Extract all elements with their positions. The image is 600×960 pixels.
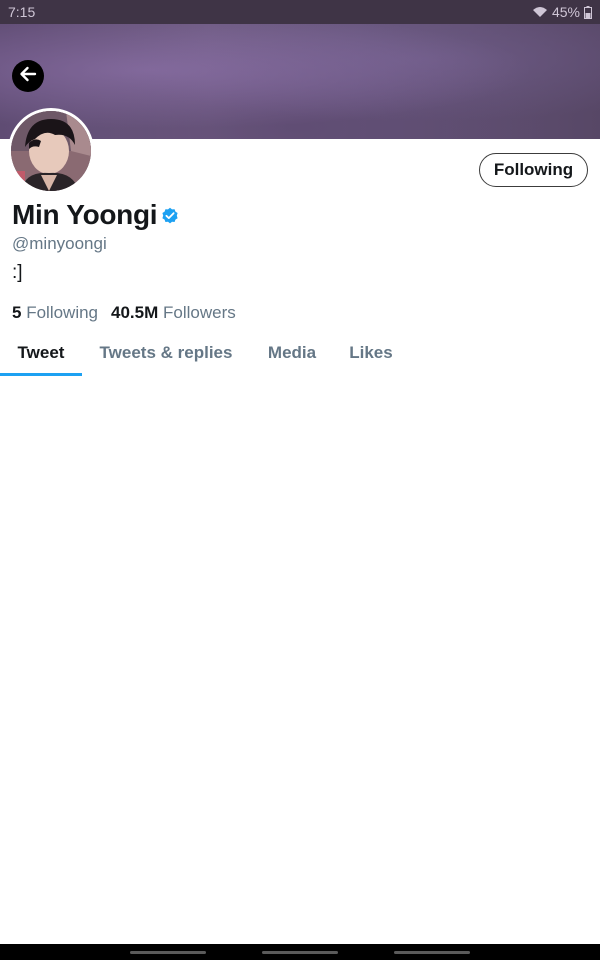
status-indicators: 45% bbox=[532, 4, 592, 20]
nav-home-handle[interactable] bbox=[262, 951, 338, 954]
tab-tweet[interactable]: Tweet bbox=[0, 330, 82, 376]
back-button[interactable] bbox=[12, 60, 44, 92]
status-bar: 7:15 45% bbox=[0, 0, 600, 24]
followers-count: 40.5M bbox=[111, 303, 159, 322]
bio: :] bbox=[12, 262, 23, 283]
follow-stats: 5 Following 40.5M Followers bbox=[12, 303, 236, 323]
profile-banner[interactable] bbox=[0, 24, 600, 139]
system-nav-bar bbox=[0, 944, 600, 960]
following-label: Following bbox=[26, 303, 99, 322]
following-count: 5 bbox=[12, 303, 22, 322]
followers-label: Followers bbox=[163, 303, 236, 322]
nav-recents-handle[interactable] bbox=[130, 951, 206, 954]
display-name-row: Min Yoongi bbox=[12, 199, 179, 231]
following-button[interactable]: Following bbox=[479, 153, 588, 187]
battery-percent: 45% bbox=[551, 4, 580, 20]
arrow-left-icon bbox=[19, 65, 37, 88]
nav-back-handle[interactable] bbox=[394, 951, 470, 954]
tab-tweets-and-replies[interactable]: Tweets & replies bbox=[82, 330, 250, 376]
profile-tabs: Tweet Tweets & replies Media Likes bbox=[0, 330, 600, 376]
active-tab-indicator bbox=[0, 373, 82, 376]
user-handle: @minyoongi bbox=[12, 234, 107, 253]
status-time: 7:15 bbox=[8, 4, 36, 20]
battery-icon bbox=[584, 5, 592, 19]
followers-stat[interactable]: 40.5M Followers bbox=[111, 303, 236, 323]
display-name: Min Yoongi bbox=[12, 199, 158, 230]
wifi-icon bbox=[532, 6, 548, 18]
tab-likes[interactable]: Likes bbox=[334, 330, 408, 376]
avatar[interactable] bbox=[8, 108, 94, 194]
tab-media[interactable]: Media bbox=[250, 330, 334, 376]
following-stat[interactable]: 5 Following bbox=[12, 303, 98, 323]
verified-badge-icon bbox=[161, 207, 179, 225]
